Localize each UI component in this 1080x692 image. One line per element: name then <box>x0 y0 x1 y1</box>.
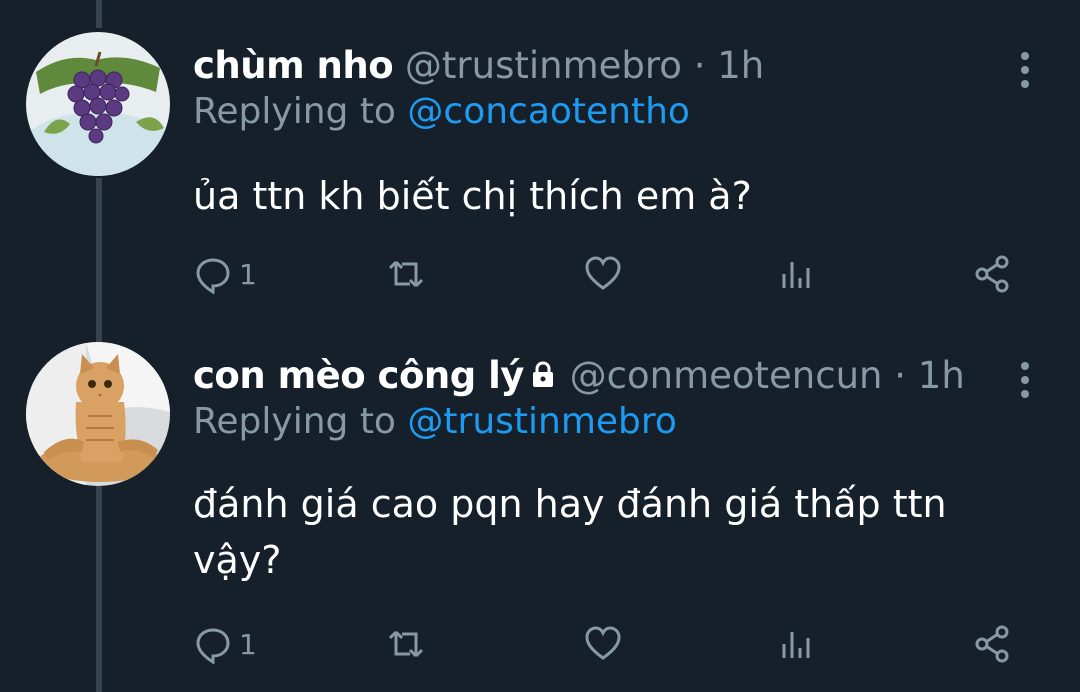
replying-to: Replying to @trustinmebro <box>193 398 677 446</box>
analytics-button[interactable] <box>776 624 816 664</box>
avatar[interactable] <box>26 32 170 176</box>
display-name[interactable]: con mèo công lý <box>193 354 524 397</box>
replying-to-label: Replying to <box>193 401 408 442</box>
retweet-button[interactable] <box>386 624 426 664</box>
tweet-text-line: đánh giá cao pqn hay đánh giá thấp ttn <box>193 482 947 526</box>
reply-icon <box>196 258 230 294</box>
replying-to-mention[interactable]: @trustinmebro <box>407 401 677 442</box>
thread-line <box>96 0 102 28</box>
separator: · <box>894 354 907 397</box>
retweet-button[interactable] <box>386 254 426 294</box>
username[interactable]: @trustinmebro <box>405 44 682 87</box>
analytics-icon <box>782 632 810 658</box>
heart-icon <box>585 256 621 290</box>
tweet-header: con mèo công lý @conmeotencun · 1h <box>193 352 965 400</box>
reply-button[interactable]: 1 <box>193 254 257 294</box>
tweet-text: ủa ttn kh biết chị thích em à? <box>193 174 752 218</box>
share-button[interactable] <box>972 624 1012 664</box>
replying-to: Replying to @concaotentho <box>193 88 690 136</box>
heart-icon <box>585 626 621 660</box>
like-button[interactable] <box>583 624 623 664</box>
avatar[interactable] <box>26 342 170 486</box>
retweet-icon <box>388 630 424 658</box>
grapes-avatar <box>26 32 170 176</box>
like-button[interactable] <box>583 254 623 294</box>
reply-icon <box>196 628 230 664</box>
share-button[interactable] <box>972 254 1012 294</box>
replying-to-label: Replying to <box>193 91 408 132</box>
separator: · <box>693 44 706 87</box>
tweet[interactable]: chùm nho @trustinmebro · 1h Replying to … <box>0 32 1080 312</box>
username[interactable]: @conmeotencun <box>570 354 883 397</box>
tweet-text-line: vậy? <box>193 538 282 582</box>
share-icon <box>975 255 1009 293</box>
tweet-text: đánh giá cao pqn hay đánh giá thấp ttn v… <box>193 476 947 588</box>
cat-avatar <box>26 342 170 486</box>
reply-count: 1 <box>239 257 257 291</box>
reply-count: 1 <box>239 627 257 661</box>
tweet-header: chùm nho @trustinmebro · 1h <box>193 42 764 90</box>
analytics-icon <box>782 262 810 288</box>
replying-to-mention[interactable]: @concaotentho <box>407 91 690 132</box>
share-icon <box>975 625 1009 663</box>
retweet-icon <box>388 260 424 288</box>
tweet-actions: 1 <box>0 624 1080 664</box>
tweet[interactable]: con mèo công lý @conmeotencun · 1h Reply… <box>0 342 1080 682</box>
more-options-icon[interactable] <box>1018 360 1032 400</box>
display-name[interactable]: chùm nho <box>193 44 394 87</box>
analytics-button[interactable] <box>776 254 816 294</box>
reply-button[interactable]: 1 <box>193 624 257 664</box>
lock-icon <box>532 361 553 387</box>
more-options-icon[interactable] <box>1018 50 1032 90</box>
timestamp[interactable]: 1h <box>717 44 764 87</box>
tweet-actions: 1 <box>0 254 1080 294</box>
timestamp[interactable]: 1h <box>918 354 965 397</box>
